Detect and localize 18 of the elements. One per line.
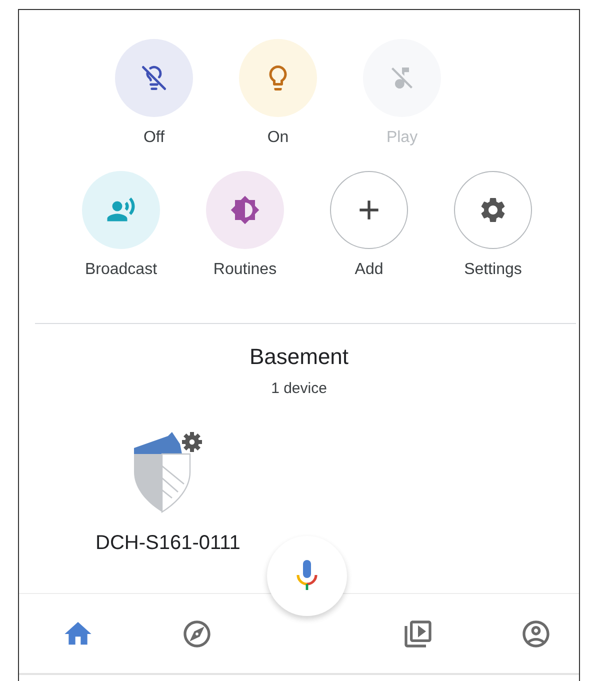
shield-gear-icon (132, 432, 204, 514)
quick-action-label: Play (386, 129, 418, 147)
microphone-button[interactable] (267, 536, 347, 616)
room-title: Basement (249, 344, 349, 370)
shortcut-label: Add (354, 261, 384, 279)
video-library-icon (402, 618, 434, 650)
lightbulb-off-icon (141, 65, 167, 91)
shortcut-label: Routines (213, 261, 277, 279)
device-name[interactable]: DCH-S161-0111 (96, 532, 240, 555)
quick-action-label: Off (143, 129, 165, 147)
brightness-icon (230, 195, 260, 225)
microphone-icon (296, 560, 318, 592)
compass-icon (181, 618, 213, 650)
device-count: 1 device (271, 380, 327, 397)
quick-action-label: On (267, 129, 289, 147)
shortcut-label: Broadcast (84, 261, 158, 279)
shortcut-label: Settings (464, 261, 522, 279)
account-icon (520, 618, 552, 650)
